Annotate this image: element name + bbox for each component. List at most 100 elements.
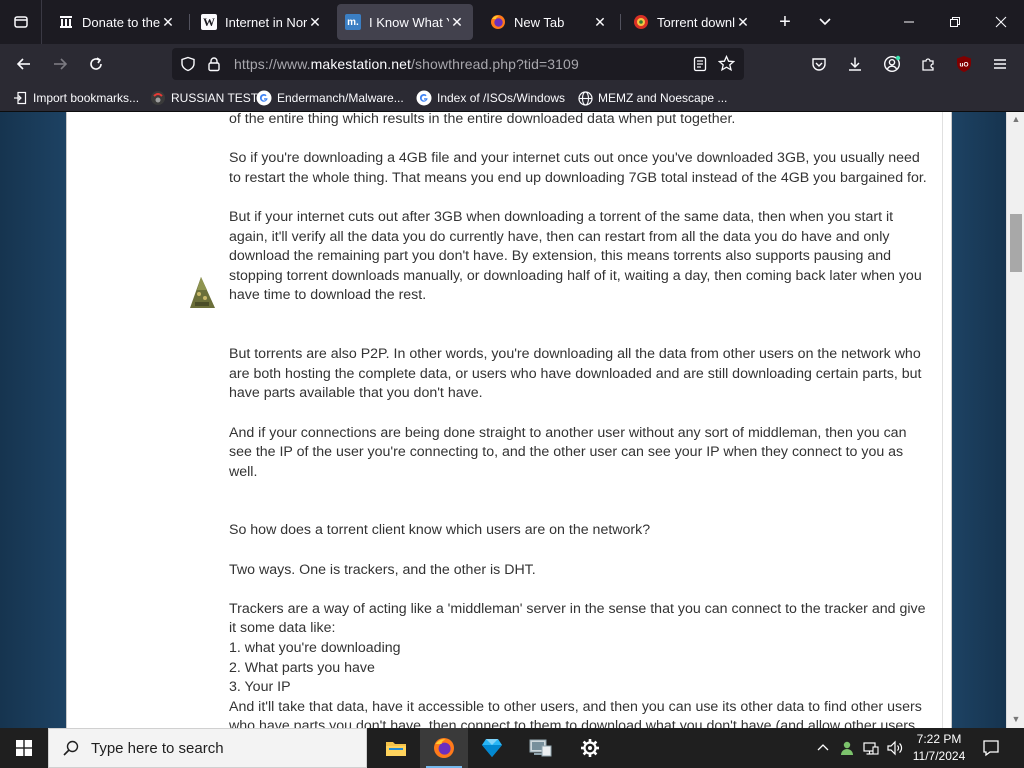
archive-icon — [58, 14, 74, 30]
bookmark-endermanch[interactable]: Endermanch/Malware... — [256, 89, 404, 107]
taskbar-app-gem[interactable] — [468, 728, 516, 768]
tray-user-icon[interactable] — [836, 728, 858, 768]
close-tab-icon[interactable]: ✕ — [449, 14, 465, 31]
bookmark-label: Import bookmarks... — [33, 91, 140, 105]
hamburger-menu-icon — [994, 59, 1006, 69]
google-icon — [256, 90, 272, 106]
reader-view-icon[interactable] — [692, 56, 708, 77]
app-menu-button[interactable] — [984, 48, 1016, 80]
globe-icon — [577, 90, 593, 106]
download-icon — [849, 57, 861, 71]
extensions-button[interactable] — [912, 48, 944, 80]
tab-makestation[interactable]: m. I Know What You Download ✕ — [337, 4, 473, 40]
show-hidden-icons-button[interactable] — [812, 728, 834, 768]
close-tab-icon[interactable]: ✕ — [160, 14, 176, 31]
bookmark-import[interactable]: Import bookmarks... — [12, 89, 139, 107]
close-tab-icon[interactable]: ✕ — [735, 14, 751, 31]
wikipedia-icon: W — [201, 14, 217, 30]
google-icon — [416, 90, 432, 106]
taskbar-app-file-explorer[interactable] — [372, 728, 420, 768]
network-icon — [863, 742, 879, 755]
puzzle-icon — [922, 58, 934, 71]
back-button[interactable] — [8, 48, 40, 80]
user-status-icon — [841, 741, 853, 755]
lock-icon[interactable] — [206, 56, 222, 77]
tab-overview-button[interactable] — [0, 0, 42, 44]
ublock-origin-button[interactable]: uO — [948, 48, 980, 80]
taskbar-search-box[interactable]: Type here to search — [48, 728, 367, 768]
post-body: of the entire thing which results in the… — [67, 112, 943, 728]
reload-button[interactable] — [80, 48, 112, 80]
url-text[interactable]: https://www.makestation.net/showthread.p… — [234, 56, 579, 72]
computer-icon — [529, 739, 552, 757]
post-paragraph: So if you're downloading a 4GB file and … — [229, 150, 927, 186]
reload-icon — [90, 57, 102, 70]
tracking-protection-icon[interactable] — [180, 56, 196, 77]
taskbar-app-system[interactable] — [516, 728, 564, 768]
pocket-button[interactable] — [803, 48, 835, 80]
page-background — [952, 112, 1006, 728]
post-paragraph: Two ways. One is trackers, and the other… — [229, 561, 536, 578]
url-prefix: https://www. — [234, 56, 311, 72]
bookmark-label: Index of /ISOs/Windows — [437, 91, 566, 105]
post-paragraph: But if your internet cuts out after 3GB … — [229, 208, 922, 304]
minimize-icon — [904, 21, 914, 23]
list-all-tabs-button[interactable] — [802, 0, 848, 44]
restore-button[interactable] — [932, 0, 978, 44]
restore-icon — [950, 17, 960, 27]
plus-icon: + — [779, 10, 791, 33]
network-button[interactable] — [860, 728, 882, 768]
forward-button[interactable] — [44, 48, 76, 80]
account-button[interactable] — [876, 48, 908, 80]
close-tab-icon[interactable]: ✕ — [592, 14, 608, 31]
tab-torrent[interactable]: Torrent downloads ✕ — [625, 4, 759, 40]
start-button[interactable] — [0, 728, 48, 768]
post-paragraph: But torrents are also P2P. In other word… — [229, 346, 922, 402]
page-scrollbar[interactable]: ▲ ▼ — [1006, 112, 1024, 728]
notification-center-button[interactable] — [976, 728, 1006, 768]
taskbar-clock[interactable]: 7:22 PM 11/7/2024 — [906, 731, 972, 765]
post-paragraph: Trackers are a way of acting like a 'mid… — [229, 600, 926, 728]
taskbar-app-settings[interactable] — [566, 728, 614, 768]
tab-wikipedia[interactable]: W Internet in North Korea ✕ — [193, 4, 331, 40]
tab-separator — [189, 14, 190, 30]
close-tab-icon[interactable]: ✕ — [307, 14, 323, 31]
post-paragraph: of the entire thing which results in the… — [229, 112, 736, 127]
tab-title: Torrent downloads — [657, 14, 735, 30]
scroll-down-arrow-icon[interactable]: ▼ — [1011, 714, 1021, 724]
scroll-up-arrow-icon[interactable]: ▲ — [1011, 114, 1021, 124]
back-arrow-icon — [16, 58, 30, 70]
tab-separator — [620, 14, 621, 30]
speaker-icon — [887, 740, 903, 756]
page-background — [0, 112, 66, 728]
bookmark-index-isos[interactable]: Index of /ISOs/Windows — [416, 89, 565, 107]
tab-new-tab[interactable]: New Tab ✕ — [482, 4, 616, 40]
torrent-icon — [633, 14, 649, 30]
url-bar[interactable]: https://www.makestation.net/showthread.p… — [172, 48, 744, 80]
page-content: of the entire thing which results in the… — [0, 112, 1024, 728]
account-icon — [883, 55, 901, 73]
tab-donate[interactable]: Donate to the Internet Archive ✕ — [50, 4, 184, 40]
bookmark-russian-test[interactable]: RUSSIAN TEST — [150, 89, 258, 107]
bookmark-label: MEMZ and Noescape ... — [598, 91, 728, 105]
tab-title: Internet in North Korea — [225, 14, 307, 30]
close-icon — [995, 16, 1007, 28]
folder-icon — [386, 742, 406, 756]
clock-time: 7:22 PM — [916, 732, 962, 746]
tab-title: New Tab — [514, 14, 565, 30]
minimize-button[interactable] — [886, 0, 932, 44]
import-icon — [12, 90, 28, 106]
volume-button[interactable] — [884, 728, 906, 768]
windows-logo-icon — [16, 740, 32, 756]
bookmark-star-icon[interactable] — [717, 54, 736, 77]
bookmark-label: Endermanch/Malware... — [277, 91, 404, 105]
scrollbar-thumb[interactable] — [1010, 214, 1022, 272]
bookmark-memz[interactable]: MEMZ and Noescape ... — [577, 89, 727, 107]
svg-text:uO: uO — [959, 62, 968, 69]
downloads-button[interactable] — [839, 48, 871, 80]
close-window-button[interactable] — [978, 0, 1024, 44]
taskbar-app-firefox[interactable] — [420, 728, 468, 768]
post-paragraph: And if your connections are being done s… — [229, 424, 907, 480]
forward-arrow-icon — [54, 58, 68, 70]
url-host: makestation.net — [310, 56, 412, 72]
